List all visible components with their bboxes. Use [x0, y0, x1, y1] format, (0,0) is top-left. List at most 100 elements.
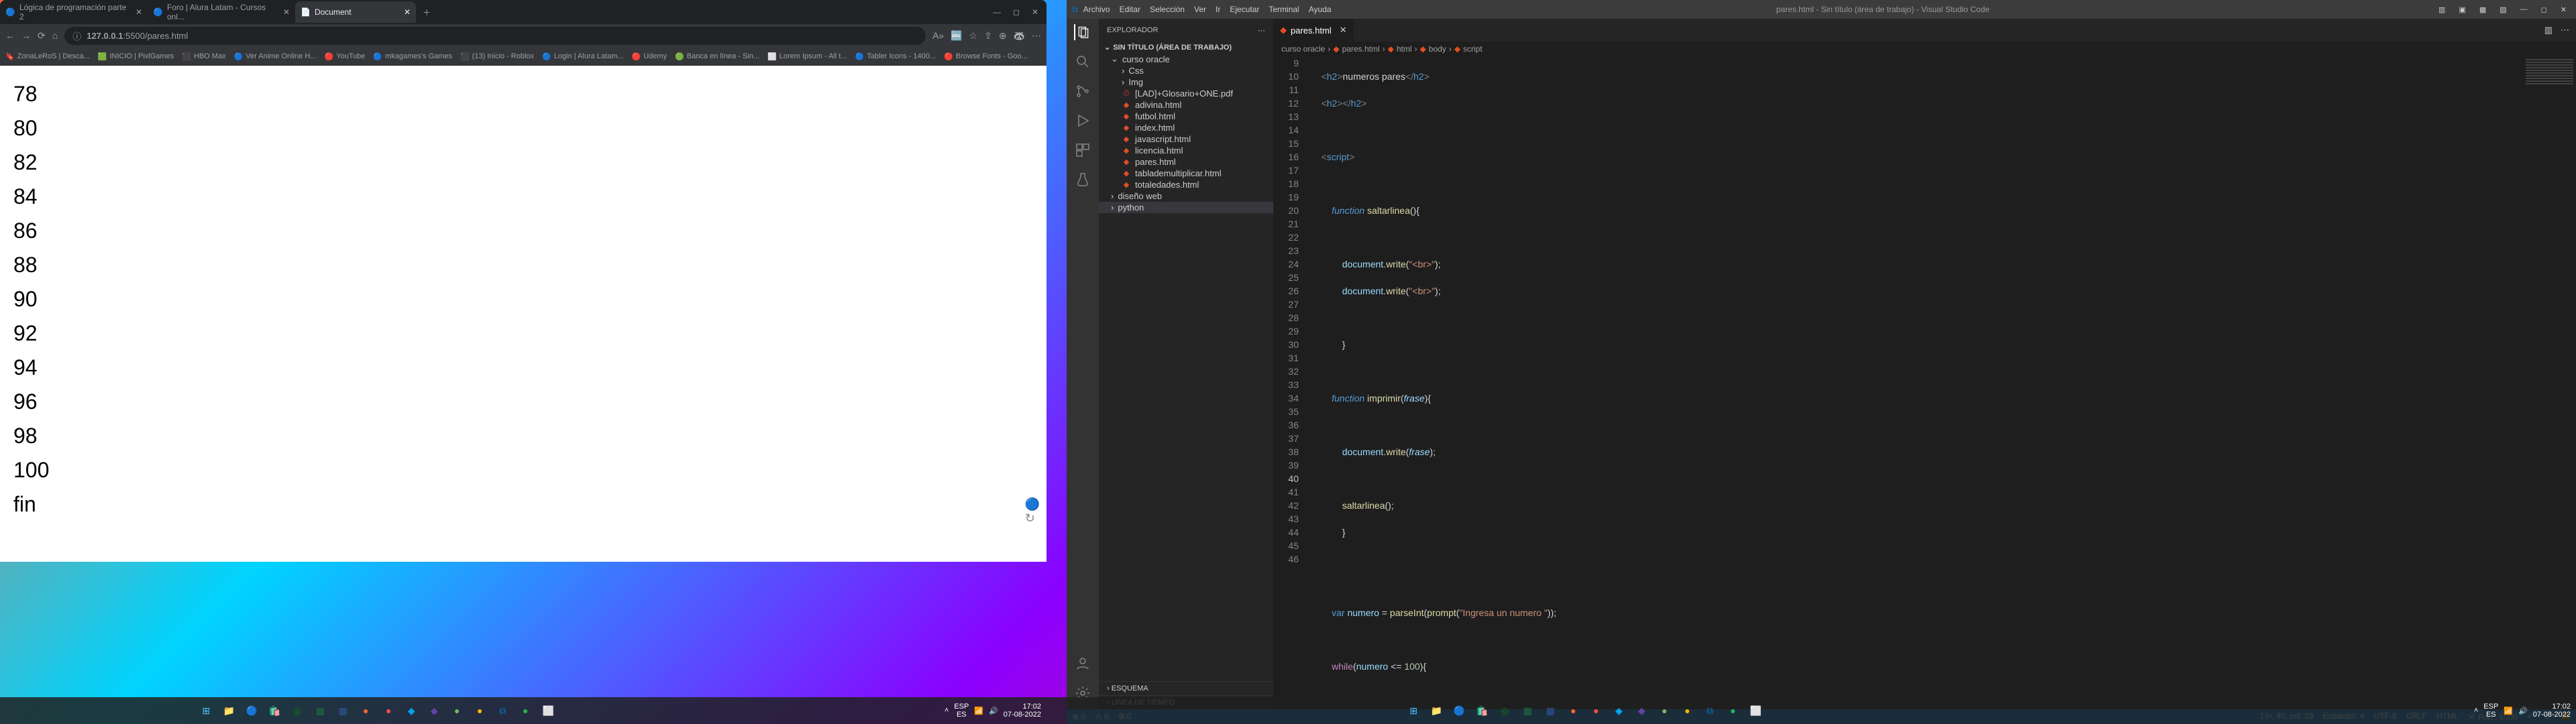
taskbar-icon[interactable]: ● [1655, 701, 1674, 720]
workspace-header[interactable]: ⌄ SIN TÍTULO (ÁREA DE TRABAJO) [1099, 42, 1273, 53]
menu-seleccion[interactable]: Selección [1150, 5, 1185, 14]
crumb-file[interactable]: ◆ pares.html [1333, 44, 1379, 54]
file-explorer-icon[interactable]: 📁 [1427, 701, 1446, 720]
menu-ayuda[interactable]: Ayuda [1309, 5, 1332, 14]
taskbar-icon[interactable]: ● [1587, 701, 1605, 720]
bookmark-item[interactable]: 🔖 ZonaLeRoS | Desca... [5, 52, 90, 61]
bookmark-item[interactable]: 🔵 Tabler Icons - 1400... [855, 52, 936, 61]
start-button[interactable]: ⊞ [197, 701, 215, 720]
maximize-button[interactable]: ◻ [2537, 5, 2551, 14]
clock[interactable]: 17:02 07-08-2022 [2533, 703, 2571, 719]
word-icon[interactable]: ▦ [333, 701, 352, 720]
wifi-icon[interactable]: 📶 [974, 707, 983, 715]
bookmark-item[interactable]: ⬜ Lorem Ipsum - All t... [767, 52, 847, 61]
collections-icon[interactable]: ⊕ [999, 30, 1007, 42]
split-editor-icon[interactable]: ▥ [2544, 25, 2553, 36]
cast-icon[interactable]: ⇪ [984, 30, 992, 42]
site-info-icon[interactable]: ⓘ [72, 29, 81, 42]
start-button[interactable]: ⊞ [1404, 701, 1423, 720]
minimize-button[interactable]: — [993, 7, 1001, 17]
menu-ver[interactable]: Ver [1194, 5, 1206, 14]
word-icon[interactable]: ▦ [1541, 701, 1560, 720]
bookmark-item[interactable]: 🔴 Udemy [632, 52, 667, 61]
clock[interactable]: 17:02 07-08-2022 [1004, 703, 1041, 719]
browser-tab-1[interactable]: 🔵Lógica de programación parte 2✕ [0, 1, 148, 23]
taskbar-right[interactable]: ⊞ 📁 🔵 🛍️ ◎ ▦ ▦ ● ● ◆ ◆ ● ● ⧉ ● ⬜ ˄ ESP E… [1046, 697, 2576, 724]
folder-python[interactable]: › python [1099, 202, 1273, 213]
breadcrumb[interactable]: curso oracle › ◆ pares.html › ◆ html › ◆… [1273, 42, 2576, 56]
file-totaledades[interactable]: ◆totaledades.html [1099, 179, 1273, 190]
vscode-icon[interactable]: ⧉ [1701, 701, 1719, 720]
taskbar-icon[interactable]: ● [379, 701, 398, 720]
file-tabla[interactable]: ◆tablademultiplicar.html [1099, 168, 1273, 179]
crumb-html[interactable]: ◆ html [1388, 44, 1412, 54]
taskbar-icon[interactable]: ● [1678, 701, 1697, 720]
explorer-menu-button[interactable]: ⋯ [1258, 26, 1265, 35]
taskbar-icon[interactable]: ● [447, 701, 466, 720]
file-pdf[interactable]: ⎙[LAD]+Glosario+ONE.pdf [1099, 88, 1273, 99]
run-debug-icon[interactable] [1075, 113, 1091, 129]
explorer-icon[interactable] [1074, 24, 1090, 40]
crumb-script[interactable]: ◆ script [1454, 44, 1483, 54]
edge-icon[interactable]: 🔵 [242, 701, 261, 720]
forward-button[interactable]: → [21, 30, 31, 41]
back-button[interactable]: ← [5, 30, 15, 41]
taskbar-icon[interactable]: ◆ [1609, 701, 1628, 720]
menu-terminal[interactable]: Terminal [1269, 5, 1299, 14]
edge-sidebar-toggle[interactable]: 🔵↻ [1022, 495, 1042, 528]
crumb-folder[interactable]: curso oracle [1281, 44, 1325, 54]
excel-icon[interactable]: ▦ [311, 701, 329, 720]
url-input[interactable]: ⓘ 127.0.0.1:5500/pares.html [64, 27, 926, 45]
layout-icon[interactable]: ▧ [2496, 5, 2510, 14]
reload-button[interactable]: ⟳ [38, 30, 46, 42]
file-index[interactable]: ◆index.html [1099, 122, 1273, 133]
bookmark-item[interactable]: 🔴 Browse Fonts - Goo... [944, 52, 1028, 61]
file-explorer-icon[interactable]: 📁 [219, 701, 238, 720]
folder-css[interactable]: › Css [1099, 65, 1273, 76]
xbox-icon[interactable]: ◎ [288, 701, 307, 720]
language-indicator[interactable]: ESP ES [2483, 703, 2498, 719]
xbox-icon[interactable]: ◎ [1495, 701, 1514, 720]
menu-editar[interactable]: Editar [1120, 5, 1140, 14]
folder-diseno-web[interactable]: › diseño web [1099, 190, 1273, 202]
menu-ir[interactable]: Ir [1216, 5, 1220, 14]
file-licencia[interactable]: ◆licencia.html [1099, 145, 1273, 156]
taskbar-icon[interactable]: ◆ [1632, 701, 1651, 720]
excel-icon[interactable]: ▦ [1518, 701, 1537, 720]
tray-chevron-icon[interactable]: ˄ [2474, 707, 2478, 715]
taskbar-icon[interactable]: ● [1723, 701, 1742, 720]
file-futbol[interactable]: ◆futbol.html [1099, 111, 1273, 122]
bookmark-item[interactable]: 🟢 Banca en línea - Sin... [675, 52, 759, 61]
taskbar-icon[interactable]: ◆ [402, 701, 421, 720]
taskbar-left[interactable]: ⊞ 📁 🔵 🛍️ ◎ ▦ ▦ ● ● ◆ ◆ ● ● ⧉ ● ⬜ ˄ ESP E… [0, 697, 1046, 724]
home-button[interactable]: ⌂ [52, 30, 58, 41]
bookmark-item[interactable]: 🟩 INICIO | PixlGames [98, 52, 174, 61]
file-pares[interactable]: ◆pares.html [1099, 156, 1273, 168]
store-icon[interactable]: 🛍️ [265, 701, 284, 720]
layout-icon[interactable]: ▦ [2475, 5, 2490, 14]
close-icon[interactable]: ✕ [136, 7, 142, 17]
layout-icon[interactable]: ▣ [2455, 5, 2469, 14]
language-indicator[interactable]: ESP ES [954, 703, 969, 719]
taskbar-icon[interactable]: ● [1564, 701, 1582, 720]
taskbar-icon[interactable]: ● [516, 701, 535, 720]
extensions-icon[interactable] [1075, 142, 1091, 158]
menu-ejecutar[interactable]: Ejecutar [1230, 5, 1259, 14]
wifi-icon[interactable]: 📶 [2504, 707, 2513, 715]
reader-icon[interactable]: 🔤 [951, 30, 962, 42]
close-window-button[interactable]: ✕ [1032, 7, 1038, 17]
file-javascript[interactable]: ◆javascript.html [1099, 133, 1273, 145]
testing-icon[interactable] [1075, 172, 1091, 188]
crumb-body[interactable]: ◆ body [1420, 44, 1446, 54]
bookmark-item[interactable]: ⬛ HBO Max [182, 52, 225, 61]
profile-avatar[interactable]: 🦝 [1014, 30, 1025, 42]
more-actions-icon[interactable]: ⋯ [2561, 25, 2569, 36]
taskbar-icon[interactable]: ● [356, 701, 375, 720]
bookmark-item[interactable]: ⬛ (13) Inicio - Roblox [460, 52, 534, 61]
minimap[interactable] [2522, 56, 2576, 709]
source-control-icon[interactable] [1075, 83, 1091, 99]
taskbar-icon[interactable]: ⬜ [1746, 701, 1765, 720]
new-tab-button[interactable]: ＋ [416, 7, 437, 18]
overflow-menu-button[interactable]: ⋯ [1032, 30, 1041, 42]
minimize-button[interactable]: — [2516, 5, 2532, 14]
